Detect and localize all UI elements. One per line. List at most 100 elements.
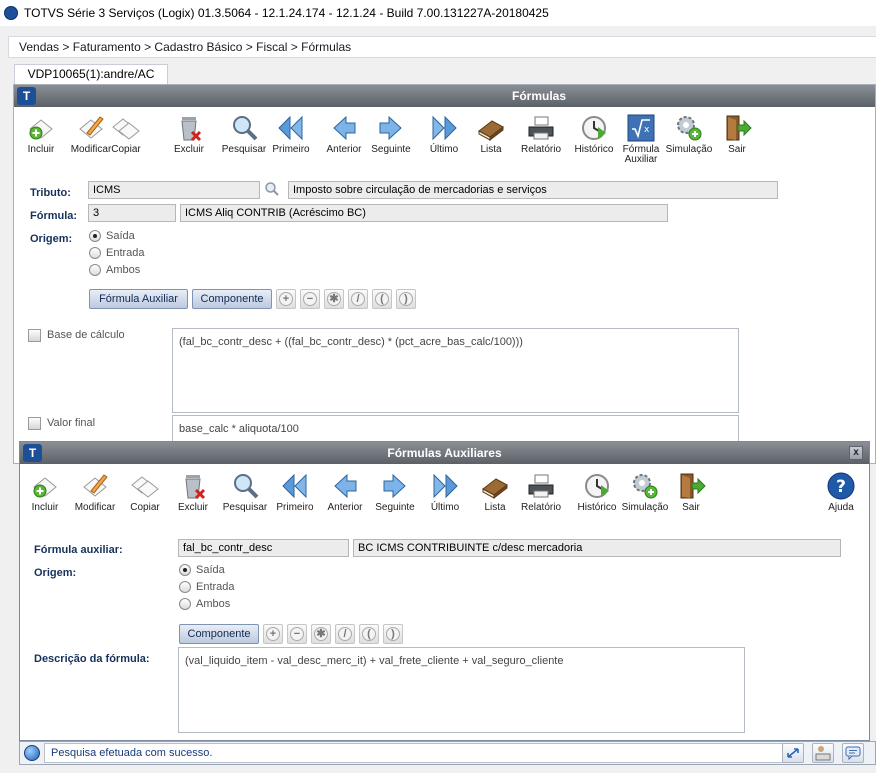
origem-entrada-radio[interactable]: Entrada [89, 247, 145, 259]
search-icon[interactable] [264, 181, 280, 197]
toolbar-button-next[interactable]: Seguinte [370, 471, 420, 519]
toolbar-button-printer[interactable]: Relatório [516, 471, 566, 519]
totvs-icon: T [17, 87, 36, 105]
aux-componente-button[interactable]: Componente [179, 624, 259, 644]
tab-program[interactable]: VDP10065(1):andre/AC [14, 64, 168, 85]
last-icon [430, 471, 460, 501]
chat-icon[interactable] [842, 743, 864, 763]
toolbar-label: Simulação [665, 144, 713, 155]
toolbar-button-edit[interactable]: Modificar [70, 471, 120, 519]
operator-button[interactable]: − [300, 289, 320, 309]
formulas-header: T Fórmulas [14, 85, 875, 107]
formula-aux-desc-field: BC ICMS CONTRIBUINTE c/desc mercadoria [353, 539, 841, 557]
formulas-panel: T Fórmulas Incluir Modificar Copiar Excluir… [13, 84, 876, 464]
toolbar-button-add[interactable]: Incluir [16, 113, 66, 161]
toolbar-button-add[interactable]: Incluir [20, 471, 70, 519]
operator-glyph: ✱ [327, 292, 341, 306]
operator-button[interactable]: / [335, 624, 355, 644]
componente-button[interactable]: Componente [192, 289, 272, 309]
toolbar-button-first[interactable]: Primeiro [270, 471, 320, 519]
aux-origem-entrada-radio[interactable]: Entrada [179, 581, 235, 593]
app-titlebar: TOTVS Série 3 Serviços (Logix) 01.3.5064… [0, 0, 876, 26]
toolbar-button-last[interactable]: Último [419, 113, 469, 161]
formula-aux-code-field[interactable]: fal_bc_contr_desc [178, 539, 349, 557]
toolbar-button-copy[interactable]: Copiar [101, 113, 151, 161]
toolbar-button-printer[interactable]: Relatório [516, 113, 566, 161]
toolbar-button-history[interactable]: Histórico [569, 113, 619, 161]
origem-ambos-radio[interactable]: Ambos [89, 264, 140, 276]
operator-glyph: ) [399, 292, 413, 306]
toolbar-button-exit[interactable]: Sair [666, 471, 716, 519]
toolbar-label: Simulação [621, 502, 669, 513]
operator-glyph: ✱ [314, 627, 328, 641]
toolbar-label: Relatório [520, 502, 562, 513]
base-calculo-checkbox[interactable] [28, 329, 41, 342]
exit-icon [722, 113, 752, 143]
operator-button[interactable]: − [287, 624, 307, 644]
toolbar-button-book[interactable]: Lista [470, 471, 520, 519]
operator-button[interactable]: + [263, 624, 283, 644]
operator-button[interactable]: ) [396, 289, 416, 309]
toolbar-label: Primeiro [276, 502, 314, 513]
formula-code-field[interactable]: 3 [88, 204, 176, 222]
search-icon [230, 471, 260, 501]
tributo-code-field[interactable]: ICMS [88, 181, 260, 199]
user-keyboard-icon[interactable] [812, 743, 834, 763]
operator-button[interactable]: ✱ [311, 624, 331, 644]
next-icon [380, 471, 410, 501]
toolbar-button-formula[interactable]: x Fórmula Auxiliar [616, 113, 666, 165]
tributo-label: Tributo: [30, 187, 71, 199]
next-icon [376, 113, 406, 143]
operator-button[interactable]: ✱ [324, 289, 344, 309]
operator-glyph: − [303, 292, 317, 306]
origem-saida-radio[interactable]: Saída [89, 230, 135, 242]
toolbar-label: Incluir [27, 144, 55, 155]
descricao-formula-expression[interactable]: (val_liquido_item - val_desc_merc_it) + … [178, 647, 745, 733]
toolbar-button-history[interactable]: Histórico [572, 471, 622, 519]
aux-origem-saida-radio[interactable]: Saída [179, 564, 225, 576]
formula-desc-field: ICMS Aliq CONTRIB (Acréscimo BC) [180, 204, 668, 222]
last-icon [429, 113, 459, 143]
radio-label: Saída [196, 564, 225, 576]
toolbar-button-trash[interactable]: Excluir [168, 471, 218, 519]
toolbar-label: Seguinte [371, 144, 411, 155]
printer-icon [526, 113, 556, 143]
toolbar-button-first[interactable]: Primeiro [266, 113, 316, 161]
radio-label: Entrada [106, 247, 145, 259]
toolbar-button-previous[interactable]: Anterior [320, 471, 370, 519]
toolbar-button-next[interactable]: Seguinte [366, 113, 416, 161]
operator-button[interactable]: ( [359, 624, 379, 644]
toolbar-button-gears[interactable]: Simulação [664, 113, 714, 161]
toolbar-button-copy[interactable]: Copiar [120, 471, 170, 519]
toolbar-button-previous[interactable]: Anterior [319, 113, 369, 161]
first-icon [276, 113, 306, 143]
radio-label: Ambos [106, 264, 141, 276]
descricao-formula-label: Descrição da fórmula: [34, 653, 150, 665]
toolbar-button-gears[interactable]: Simulação [620, 471, 670, 519]
toolbar-button-help[interactable]: ? Ajuda [816, 471, 866, 519]
toolbar-button-exit[interactable]: Sair [712, 113, 762, 161]
toolbar-button-last[interactable]: Último [420, 471, 470, 519]
first-icon [280, 471, 310, 501]
operator-button[interactable]: ) [383, 624, 403, 644]
valor-final-checkbox[interactable] [28, 417, 41, 430]
operator-button[interactable]: + [276, 289, 296, 309]
toolbar-button-search[interactable]: Pesquisar [219, 113, 269, 161]
base-calculo-expression[interactable]: (fal_bc_contr_desc + ((fal_bc_contr_desc… [172, 328, 739, 413]
operator-button[interactable]: / [348, 289, 368, 309]
aux-origem-ambos-radio[interactable]: Ambos [179, 598, 230, 610]
aux-origem-label: Origem: [34, 567, 77, 579]
toolbar-button-search[interactable]: Pesquisar [220, 471, 270, 519]
operator-glyph: ( [362, 627, 376, 641]
toolbar-button-book[interactable]: Lista [466, 113, 516, 161]
formula-auxiliar-button[interactable]: Fórmula Auxiliar [89, 289, 188, 309]
svg-text:?: ? [836, 477, 846, 497]
resize-icon[interactable] [782, 743, 804, 763]
toolbar-button-trash[interactable]: Excluir [164, 113, 214, 161]
dialog-header: T Fórmulas Auxiliares x [20, 442, 869, 464]
breadcrumb[interactable]: Vendas > Faturamento > Cadastro Básico >… [19, 40, 351, 54]
totvs-logo-icon [4, 6, 18, 20]
app-title: TOTVS Série 3 Serviços (Logix) 01.3.5064… [24, 6, 549, 20]
operator-button[interactable]: ( [372, 289, 392, 309]
close-icon[interactable]: x [849, 446, 863, 460]
